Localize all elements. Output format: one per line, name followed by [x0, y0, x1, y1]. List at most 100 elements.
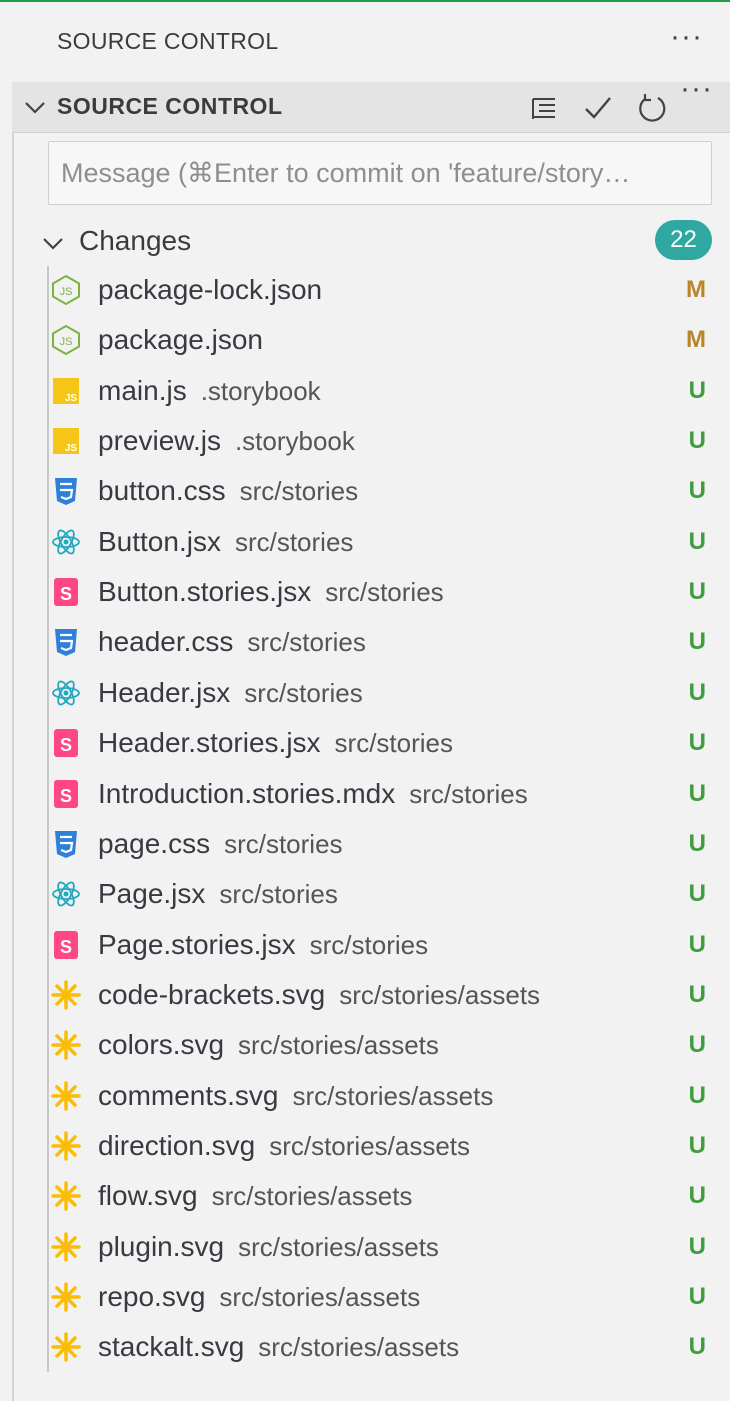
- file-directory: src/stories: [219, 879, 338, 910]
- react-icon: [50, 878, 82, 910]
- file-row[interactable]: JS package.json M: [48, 316, 718, 366]
- file-name: Introduction.stories.mdx: [98, 777, 396, 809]
- commit-check-icon[interactable]: [582, 92, 614, 124]
- file-name: package-lock.json: [98, 274, 323, 305]
- panel-title: SOURCE CONTROL: [57, 28, 279, 54]
- git-status-badge: U: [688, 1232, 706, 1260]
- svg-icon: [50, 1130, 82, 1162]
- file-row[interactable]: plugin.svg src/stories/assets U: [48, 1223, 718, 1273]
- file-name: page.css: [98, 827, 211, 859]
- git-status-badge: U: [688, 1131, 706, 1159]
- file-row[interactable]: direction.svg src/stories/assets U: [48, 1122, 718, 1172]
- file-directory: src/stories/assets: [292, 1080, 494, 1111]
- file-row[interactable]: stackalt.svg src/stories/assets U: [48, 1323, 718, 1373]
- file-directory: src/stories: [224, 828, 343, 859]
- git-status-badge: U: [688, 578, 706, 606]
- file-row[interactable]: code-brackets.svg src/stories/assets U: [48, 971, 718, 1021]
- git-status-badge: U: [688, 678, 706, 706]
- git-status-badge: U: [688, 729, 706, 757]
- git-status-badge: M: [686, 326, 706, 354]
- file-directory: src/stories/assets: [258, 1332, 460, 1363]
- file-label: Button.stories.jsx src/stories: [98, 576, 444, 608]
- refresh-icon[interactable]: [636, 92, 668, 124]
- git-status-badge: U: [688, 880, 706, 908]
- svg-icon: [50, 1180, 82, 1212]
- panel-more-actions-button[interactable]: ···: [670, 20, 703, 54]
- file-row[interactable]: comments.svg src/stories/assets U: [48, 1072, 718, 1122]
- file-row[interactable]: flow.svg src/stories/assets U: [48, 1172, 718, 1222]
- changes-group-header[interactable]: Changes 22: [36, 220, 716, 264]
- file-label: stackalt.svg src/stories/assets: [98, 1331, 459, 1363]
- css-icon: [50, 828, 82, 860]
- file-row[interactable]: S Introduction.stories.mdx src/stories U: [48, 770, 718, 820]
- file-directory: .storybook: [200, 375, 321, 406]
- file-directory: src/stories: [309, 929, 429, 960]
- file-name: Button.stories.jsx: [98, 576, 312, 608]
- file-row[interactable]: Header.jsx src/stories U: [48, 669, 718, 719]
- git-status-badge: U: [688, 1283, 706, 1310]
- chevron-down-icon[interactable]: [22, 94, 48, 120]
- file-directory: src/stories: [239, 476, 359, 507]
- commit-message-input[interactable]: [48, 141, 712, 205]
- git-status-badge: U: [688, 628, 706, 656]
- file-name: repo.svg: [98, 1281, 206, 1312]
- source-control-section-header[interactable]: SOURCE CONTROL ···: [12, 72, 730, 133]
- view-as-tree-icon[interactable]: [528, 92, 560, 124]
- storybook-icon: S: [50, 778, 82, 810]
- file-row[interactable]: header.css src/stories U: [48, 618, 718, 668]
- file-label: colors.svg src/stories/assets: [98, 1029, 439, 1061]
- file-label: direction.svg src/stories/assets: [98, 1130, 470, 1162]
- git-status-badge: U: [688, 829, 706, 857]
- node-icon: JS: [50, 274, 82, 306]
- file-row[interactable]: S Page.stories.jsx src/stories U: [48, 921, 718, 971]
- file-label: Page.stories.jsx src/stories: [98, 929, 428, 961]
- file-label: plugin.svg src/stories/assets: [98, 1231, 439, 1263]
- file-row[interactable]: repo.svg src/stories/assets U: [48, 1273, 718, 1323]
- git-status-badge: M: [686, 276, 706, 303]
- file-directory: src/stories: [334, 728, 454, 759]
- file-row[interactable]: JS package-lock.json M: [48, 266, 718, 316]
- file-label: main.js .storybook: [98, 375, 321, 407]
- svg-text:S: S: [60, 735, 72, 755]
- file-row[interactable]: Button.jsx src/stories U: [48, 518, 718, 568]
- js-icon: JS: [50, 425, 82, 457]
- file-row[interactable]: JS main.js .storybook U: [48, 367, 718, 417]
- changes-count-badge: 22: [655, 220, 712, 260]
- node-icon: JS: [50, 324, 82, 356]
- storybook-icon: S: [50, 727, 82, 759]
- section-more-actions-button[interactable]: ···: [680, 72, 713, 106]
- file-row[interactable]: S Header.stories.jsx src/stories U: [48, 719, 718, 769]
- chevron-down-icon[interactable]: [40, 230, 66, 256]
- svg-icon: [50, 1331, 82, 1363]
- git-status-badge: U: [688, 427, 706, 455]
- file-directory: src/stories: [234, 526, 354, 557]
- file-row[interactable]: S Button.stories.jsx src/stories U: [48, 568, 718, 618]
- file-label: Page.jsx src/stories: [98, 878, 338, 910]
- file-name: Button.jsx: [98, 525, 221, 557]
- file-name: Page.stories.jsx: [98, 928, 296, 960]
- file-directory: src/stories/assets: [238, 1231, 439, 1262]
- svg-text:JS: JS: [60, 286, 73, 298]
- file-row[interactable]: colors.svg src/stories/assets U: [48, 1021, 718, 1071]
- file-row[interactable]: Page.jsx src/stories U: [48, 870, 718, 920]
- svg-text:JS: JS: [65, 393, 78, 404]
- svg-text:JS: JS: [60, 336, 73, 348]
- file-name: comments.svg: [98, 1079, 279, 1111]
- file-label: page.css src/stories: [98, 828, 343, 860]
- file-label: code-brackets.svg src/stories/assets: [98, 979, 540, 1011]
- file-row[interactable]: JS preview.js .storybook U: [48, 417, 718, 467]
- file-label: flow.svg src/stories/assets: [98, 1180, 412, 1212]
- react-icon: [50, 677, 82, 709]
- file-label: Header.jsx src/stories: [98, 677, 363, 709]
- file-row[interactable]: button.css src/stories U: [48, 467, 718, 517]
- file-name: flow.svg: [98, 1180, 198, 1212]
- file-directory: src/stories/assets: [238, 1030, 439, 1061]
- file-name: header.css: [98, 626, 234, 658]
- file-name: package.json: [98, 324, 264, 356]
- file-label: comments.svg src/stories/assets: [98, 1080, 493, 1112]
- svg-text:S: S: [60, 786, 72, 806]
- section-title: SOURCE CONTROL: [57, 93, 283, 119]
- file-row[interactable]: page.css src/stories U: [48, 820, 718, 870]
- svg-icon: [50, 1231, 82, 1263]
- file-label: button.css src/stories: [98, 475, 358, 507]
